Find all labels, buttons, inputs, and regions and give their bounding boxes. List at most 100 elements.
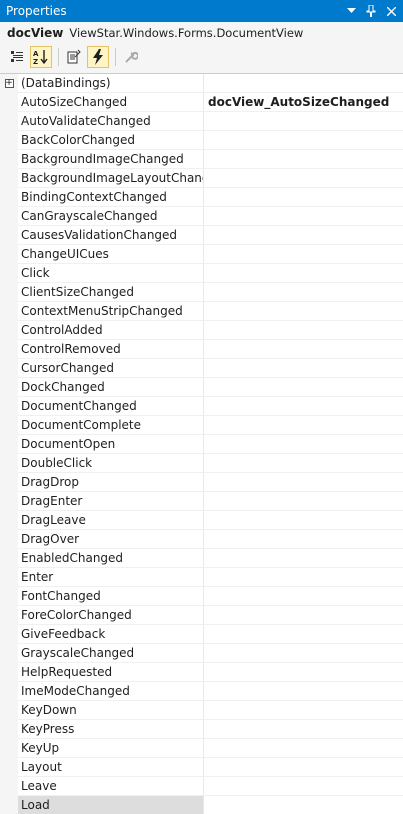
event-handler-value[interactable] [203,644,403,663]
row-gutter [0,378,18,397]
event-handler-value[interactable] [203,283,403,302]
event-name: BackgroundImageLayoutChanged [18,169,203,188]
events-button[interactable] [87,46,109,68]
event-row[interactable]: CanGrayscaleChanged [0,207,403,226]
event-handler-value[interactable] [203,625,403,644]
event-handler-value[interactable] [203,473,403,492]
event-row[interactable]: KeyPress [0,720,403,739]
event-handler-value[interactable] [203,226,403,245]
event-name: DockChanged [18,378,203,397]
row-gutter [0,568,18,587]
event-handler-value[interactable] [203,321,403,340]
event-handler-value[interactable] [203,530,403,549]
event-handler-value[interactable] [203,150,403,169]
properties-button[interactable] [63,46,85,68]
event-handler-value[interactable] [203,416,403,435]
event-row[interactable]: KeyDown [0,701,403,720]
event-name: CursorChanged [18,359,203,378]
event-handler-value[interactable]: docView_AutoSizeChanged [203,93,403,112]
event-handler-value[interactable] [203,777,403,796]
event-row[interactable]: KeyUp [0,739,403,758]
row-gutter [0,530,18,549]
event-handler-value[interactable] [203,492,403,511]
event-handler-value[interactable] [203,435,403,454]
event-handler-value[interactable] [203,188,403,207]
event-handler-value[interactable] [203,701,403,720]
event-handler-value[interactable] [203,454,403,473]
event-handler-value[interactable] [203,340,403,359]
event-handler-value[interactable] [203,758,403,777]
event-row[interactable]: + (DataBindings) [0,74,403,93]
event-row[interactable]: CausesValidationChanged [0,226,403,245]
event-row[interactable]: CursorChanged [0,359,403,378]
event-handler-value[interactable] [203,549,403,568]
event-handler-value[interactable] [203,682,403,701]
event-row[interactable]: ContextMenuStripChanged [0,302,403,321]
event-handler-value[interactable] [203,302,403,321]
event-handler-value[interactable] [203,796,403,814]
event-handler-value[interactable] [203,568,403,587]
event-handler-value[interactable] [203,131,403,150]
event-handler-value[interactable] [203,587,403,606]
event-row[interactable]: BackColorChanged [0,131,403,150]
event-name: ControlRemoved [18,340,203,359]
event-row[interactable]: BackgroundImageChanged [0,150,403,169]
event-row[interactable]: Leave [0,777,403,796]
object-name: docView [7,26,64,40]
event-row[interactable]: Click [0,264,403,283]
close-icon[interactable] [383,3,399,19]
event-handler-value[interactable] [203,511,403,530]
event-name: ImeModeChanged [18,682,203,701]
event-handler-value[interactable] [203,378,403,397]
event-row[interactable]: HelpRequested [0,663,403,682]
expand-icon[interactable]: + [4,79,14,88]
event-handler-value[interactable] [203,207,403,226]
event-row[interactable]: BackgroundImageLayoutChanged [0,169,403,188]
row-gutter [0,720,18,739]
property-pages-button[interactable] [120,46,142,68]
event-handler-value[interactable] [203,663,403,682]
event-row[interactable]: Enter [0,568,403,587]
event-row[interactable]: FontChanged [0,587,403,606]
event-name: ChangeUICues [18,245,203,264]
chevron-down-icon[interactable] [343,3,359,19]
event-handler-value[interactable] [203,739,403,758]
event-row[interactable]: ImeModeChanged [0,682,403,701]
event-row[interactable]: DocumentOpen [0,435,403,454]
event-row[interactable]: DragLeave [0,511,403,530]
event-row[interactable]: DockChanged [0,378,403,397]
event-row[interactable]: Layout [0,758,403,777]
event-handler-value[interactable] [203,264,403,283]
event-handler-value[interactable] [203,359,403,378]
event-handler-value[interactable] [203,606,403,625]
event-row[interactable]: ChangeUICues [0,245,403,264]
event-row[interactable]: AutoValidateChanged [0,112,403,131]
event-row[interactable]: DocumentComplete [0,416,403,435]
event-row[interactable]: AutoSizeChanged docView_AutoSizeChanged [0,93,403,112]
event-handler-value[interactable] [203,397,403,416]
event-row[interactable]: DocumentChanged [0,397,403,416]
event-row[interactable]: DoubleClick [0,454,403,473]
event-row[interactable]: Load [0,796,403,814]
event-handler-value[interactable] [203,720,403,739]
event-row[interactable]: DragEnter [0,492,403,511]
event-row[interactable]: GrayscaleChanged [0,644,403,663]
event-row[interactable]: ClientSizeChanged [0,283,403,302]
alphabetical-button[interactable]: A Z [30,46,52,68]
object-selector[interactable]: docView ViewStar.Windows.Forms.DocumentV… [0,22,403,44]
event-row[interactable]: ForeColorChanged [0,606,403,625]
event-handler-value[interactable] [203,74,403,93]
event-row[interactable]: GiveFeedback [0,625,403,644]
event-row[interactable]: DragDrop [0,473,403,492]
event-handler-value[interactable] [203,169,403,188]
event-row[interactable]: EnabledChanged [0,549,403,568]
event-handler-value[interactable] [203,245,403,264]
categorized-button[interactable] [6,46,28,68]
event-row[interactable]: DragOver [0,530,403,549]
event-row[interactable]: ControlAdded [0,321,403,340]
event-handler-value[interactable] [203,112,403,131]
pin-icon[interactable] [363,3,379,19]
event-name: DragDrop [18,473,203,492]
event-row[interactable]: BindingContextChanged [0,188,403,207]
event-row[interactable]: ControlRemoved [0,340,403,359]
